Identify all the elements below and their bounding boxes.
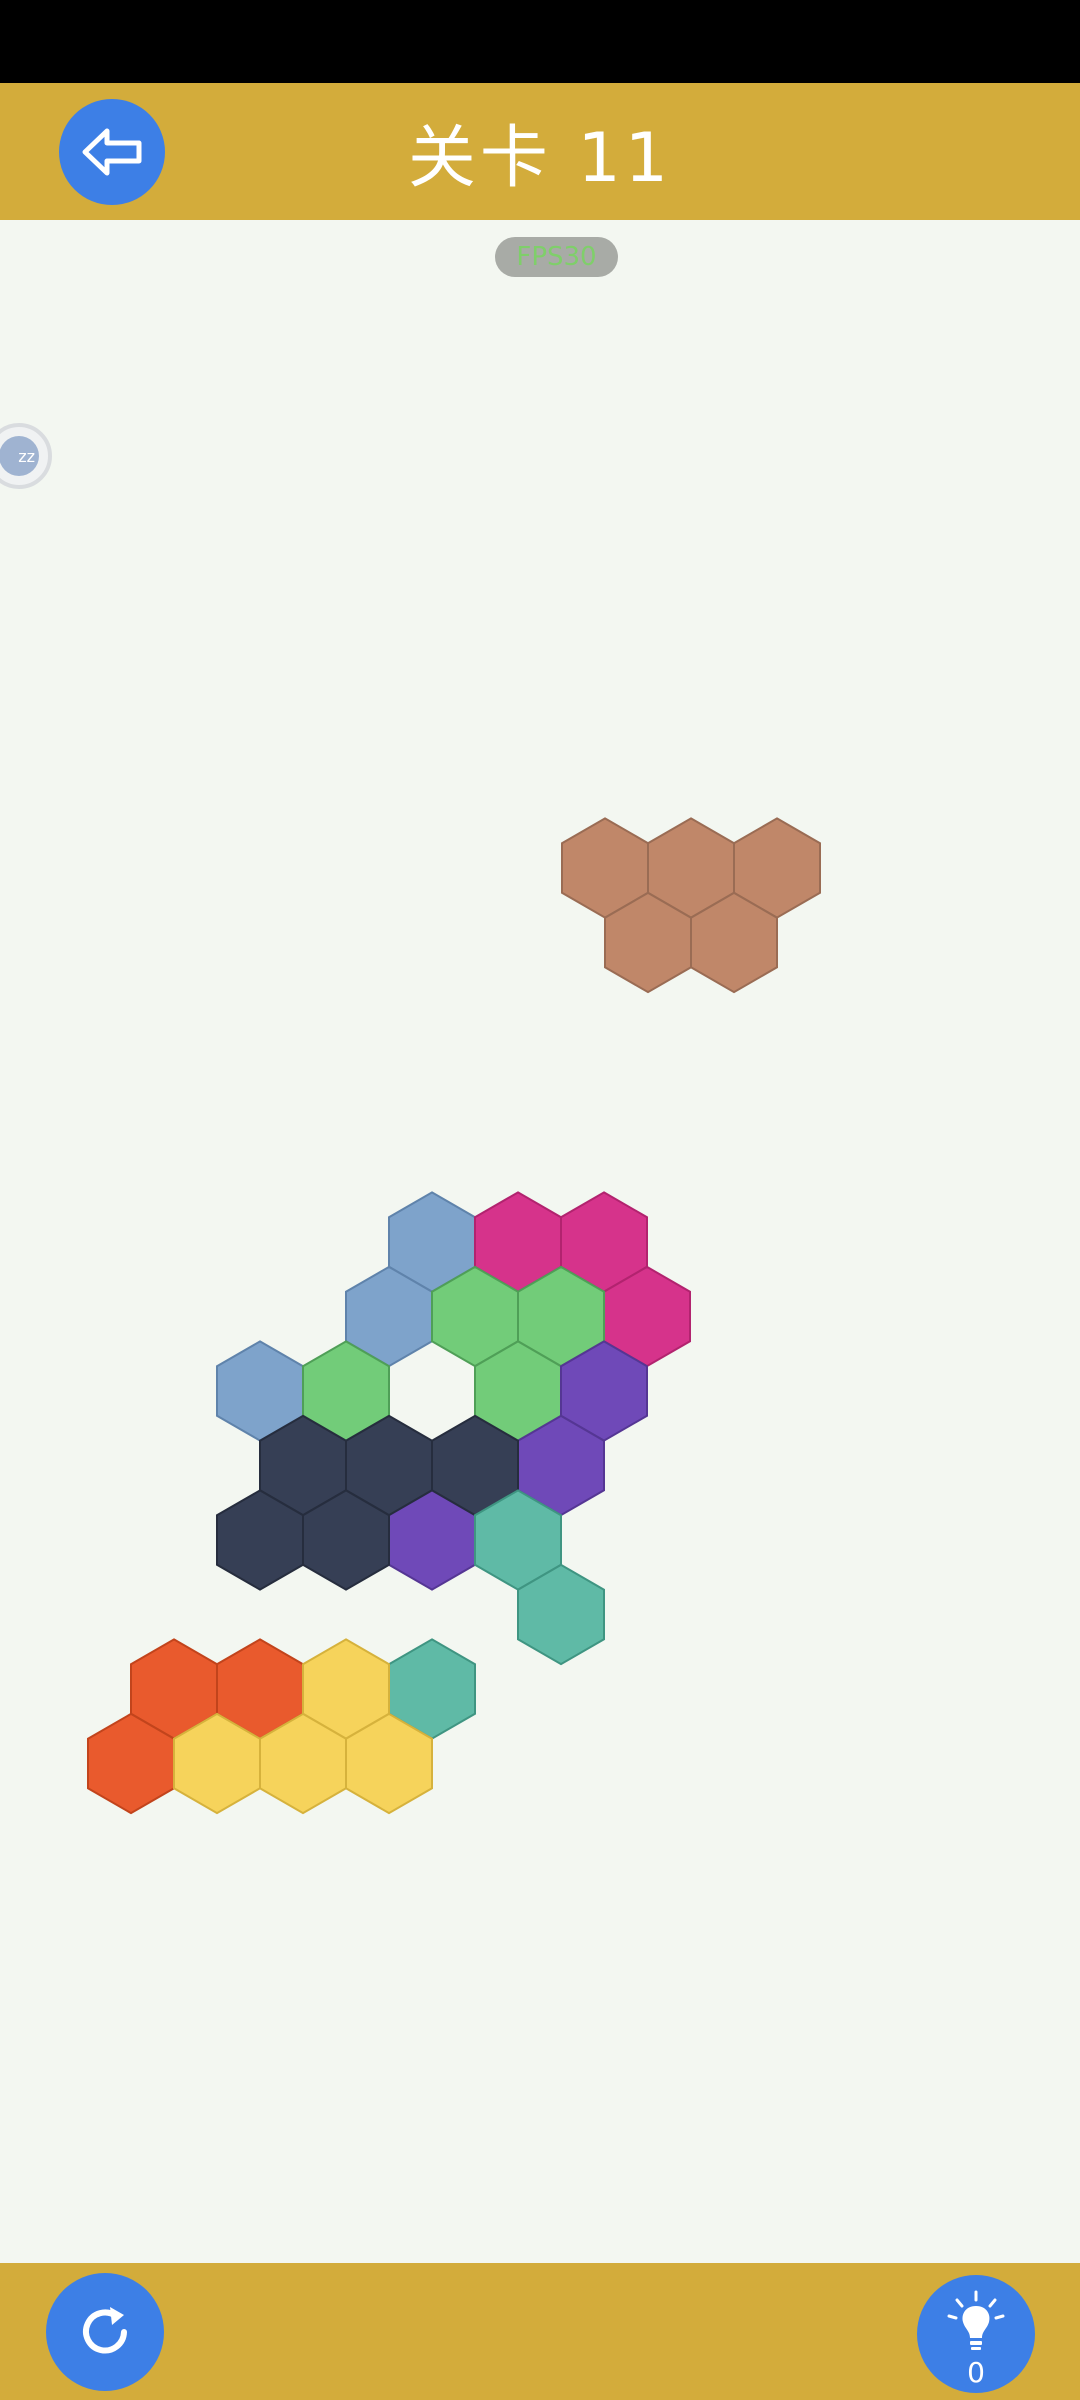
game-board[interactable] <box>0 0 1080 2400</box>
restart-button[interactable] <box>46 2273 164 2391</box>
hint-count: 0 <box>967 2356 985 2389</box>
lightbulb-icon <box>947 2290 1005 2350</box>
hint-button[interactable]: 0 <box>917 2275 1035 2393</box>
bottom-bar: 0 <box>0 2263 1080 2400</box>
restart-icon <box>83 2307 127 2354</box>
loose-brown-piece[interactable] <box>561 817 821 994</box>
